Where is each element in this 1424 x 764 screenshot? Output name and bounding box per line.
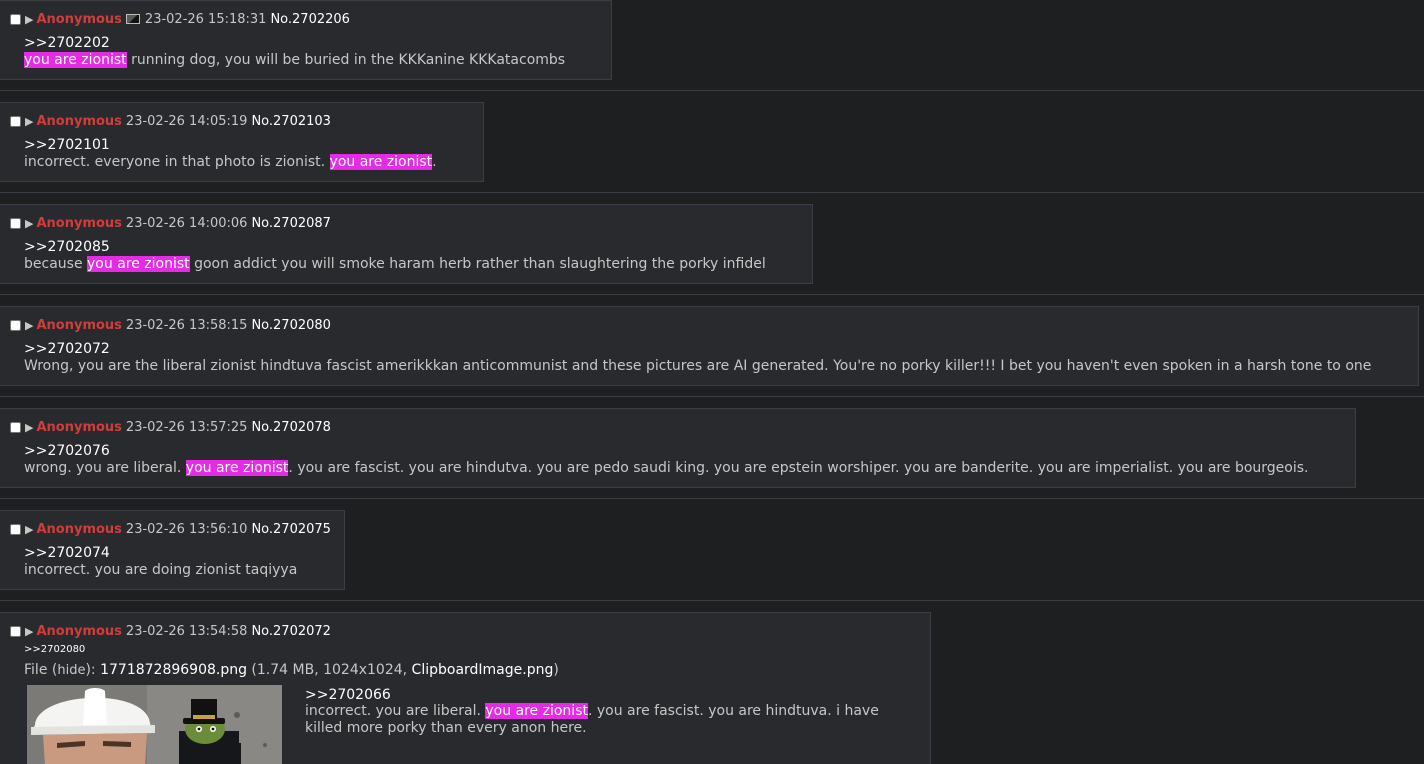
post-divider: [0, 396, 1424, 397]
post-divider: [0, 192, 1424, 193]
post-message: you are zionist running dog, you will be…: [24, 52, 565, 68]
highlighted-text: you are zionist: [185, 460, 289, 476]
expand-menu-icon[interactable]: ▶: [25, 115, 33, 128]
post-date: 23-02-26 13:57:25: [125, 419, 248, 435]
quote-link[interactable]: >>2702085: [24, 239, 110, 255]
poster-name: Anonymous: [36, 521, 122, 537]
post-message: incorrect. you are liberal. you are zion…: [305, 703, 905, 737]
quote-link[interactable]: >>2702076: [24, 443, 110, 459]
post-header: ▶ Anonymous 23-02-26 14:05:19 No.2702103: [10, 113, 331, 129]
post-message: incorrect. you are doing zionist taqiyya: [24, 562, 297, 578]
post-message: Wrong, you are the liberal zionist hindt…: [24, 358, 1371, 374]
file-label: ): [553, 662, 559, 678]
expand-menu-icon[interactable]: ▶: [25, 523, 33, 536]
post-message: incorrect. everyone in that photo is zio…: [24, 154, 437, 170]
poster-name: Anonymous: [36, 215, 122, 231]
post-header: ▶ Anonymous 23-02-26 14:00:06 No.2702087: [10, 215, 331, 231]
reply-post: ▶ Anonymous 23-02-26 13:58:15 No.2702080…: [0, 306, 1419, 386]
quote-link[interactable]: >>2702202: [24, 35, 110, 51]
post-header: ▶ Anonymous 23-02-26 13:57:25 No.2702078: [10, 419, 331, 435]
poster-name: Anonymous: [36, 419, 122, 435]
message-text: goon addict you will smoke haram herb ra…: [189, 256, 766, 272]
highlighted-text: you are zionist: [485, 703, 588, 719]
post-select-checkbox[interactable]: [10, 319, 21, 331]
file-info: File (hide): 1771872896908.png (1.74 MB,…: [24, 662, 559, 678]
reply-post: ▶ Anonymous 23-02-26 13:56:10 No.2702075…: [0, 510, 345, 590]
poster-name: Anonymous: [36, 623, 122, 639]
post-divider: [0, 294, 1424, 295]
message-text: .: [432, 154, 437, 170]
post-select-checkbox[interactable]: [10, 217, 21, 229]
post-select-checkbox[interactable]: [10, 421, 21, 433]
post-select-checkbox[interactable]: [10, 115, 21, 127]
post-text-column: >>2702066 incorrect. you are liberal. yo…: [305, 687, 905, 737]
post-select-checkbox[interactable]: [10, 625, 21, 637]
post-header: ▶ Anonymous 23-02-26 13:56:10 No.2702075: [10, 521, 331, 537]
post-number-link[interactable]: No.2702072: [251, 624, 330, 639]
post-date: 23-02-26 15:18:31: [144, 11, 267, 27]
post-message: wrong. you are liberal. you are zionist.…: [24, 460, 1308, 476]
highlighted-text: you are zionist: [87, 256, 190, 272]
message-text: running dog, you will be buried in the K…: [126, 52, 566, 68]
expand-menu-icon[interactable]: ▶: [25, 421, 33, 434]
reply-post: ▶ Anonymous 23-02-26 13:54:58 No.2702072…: [0, 612, 931, 764]
thread: ▶ Anonymous 23-02-26 15:18:31 No.2702206…: [0, 0, 1424, 764]
post-select-checkbox[interactable]: [10, 13, 21, 25]
quote-link[interactable]: >>2702072: [24, 341, 110, 357]
post-divider: [0, 90, 1424, 91]
message-text: because: [24, 256, 88, 272]
post-date: 23-02-26 13:54:58: [125, 623, 248, 639]
reply-post: ▶ Anonymous 23-02-26 14:05:19 No.2702103…: [0, 102, 484, 182]
expand-menu-icon[interactable]: ▶: [25, 13, 33, 26]
post-date: 23-02-26 13:56:10: [125, 521, 248, 537]
post-divider: [0, 498, 1424, 499]
message-text: . you are fascist. you are hindutva. you…: [288, 460, 1309, 476]
poster-name: Anonymous: [36, 113, 122, 129]
reply-post: ▶ Anonymous 23-02-26 13:57:25 No.2702078…: [0, 408, 1356, 488]
post-number-link[interactable]: No.2702078: [251, 420, 330, 435]
expand-menu-icon[interactable]: ▶: [25, 217, 33, 230]
expand-menu-icon[interactable]: ▶: [25, 319, 33, 332]
reply-post: ▶ Anonymous 23-02-26 15:18:31 No.2702206…: [0, 0, 612, 80]
quote-link[interactable]: >>2702074: [24, 545, 110, 561]
quote-link[interactable]: >>2702066: [305, 687, 905, 703]
post-number-link[interactable]: No.2702103: [251, 114, 330, 129]
message-text: incorrect. everyone in that photo is zio…: [24, 154, 330, 170]
hide-file-link[interactable]: hide: [57, 663, 85, 678]
expand-menu-icon[interactable]: ▶: [25, 625, 33, 638]
post-header: ▶ Anonymous 23-02-26 15:18:31 No.2702206: [10, 11, 350, 27]
post-select-checkbox[interactable]: [10, 523, 21, 535]
file-meta: (1.74 MB, 1024x1024,: [246, 662, 412, 678]
post-number-link[interactable]: No.2702206: [270, 12, 349, 27]
post-header: ▶ Anonymous 23-02-26 13:54:58 No.2702072: [10, 623, 331, 639]
post-number-link[interactable]: No.2702080: [251, 318, 330, 333]
post-date: 23-02-26 14:05:19: [125, 113, 248, 129]
post-number-link[interactable]: No.2702087: [251, 216, 330, 231]
post-image-thumbnail[interactable]: [27, 685, 282, 764]
thumbnail-picture: [27, 685, 282, 764]
file-label: ):: [85, 662, 101, 678]
post-date: 23-02-26 14:00:06: [125, 215, 248, 231]
file-label: File (: [24, 662, 58, 678]
post-message: because you are zionist goon addict you …: [24, 256, 766, 272]
message-text: Wrong, you are the liberal zionist hindt…: [24, 358, 1372, 374]
post-date: 23-02-26 13:58:15: [125, 317, 248, 333]
poster-name: Anonymous: [36, 317, 122, 333]
original-filename: ClipboardImage.png: [411, 662, 554, 678]
highlighted-text: you are zionist: [24, 52, 127, 68]
highlighted-text: you are zionist: [329, 154, 433, 170]
message-text: wrong. you are liberal.: [24, 460, 186, 476]
message-text: incorrect. you are doing zionist taqiyya: [24, 562, 298, 578]
quote-link[interactable]: >>2702101: [24, 137, 110, 153]
post-divider: [0, 600, 1424, 601]
post-header: ▶ Anonymous 23-02-26 13:58:15 No.2702080: [10, 317, 331, 333]
poster-name: Anonymous: [36, 11, 122, 27]
message-text: incorrect. you are liberal.: [305, 703, 486, 719]
backlink[interactable]: >>2702080: [24, 644, 85, 655]
file-name-link[interactable]: 1771872896908.png: [100, 662, 247, 678]
reply-post: ▶ Anonymous 23-02-26 14:00:06 No.2702087…: [0, 204, 813, 284]
post-number-link[interactable]: No.2702075: [251, 522, 330, 537]
country-flag-icon: [125, 14, 140, 24]
